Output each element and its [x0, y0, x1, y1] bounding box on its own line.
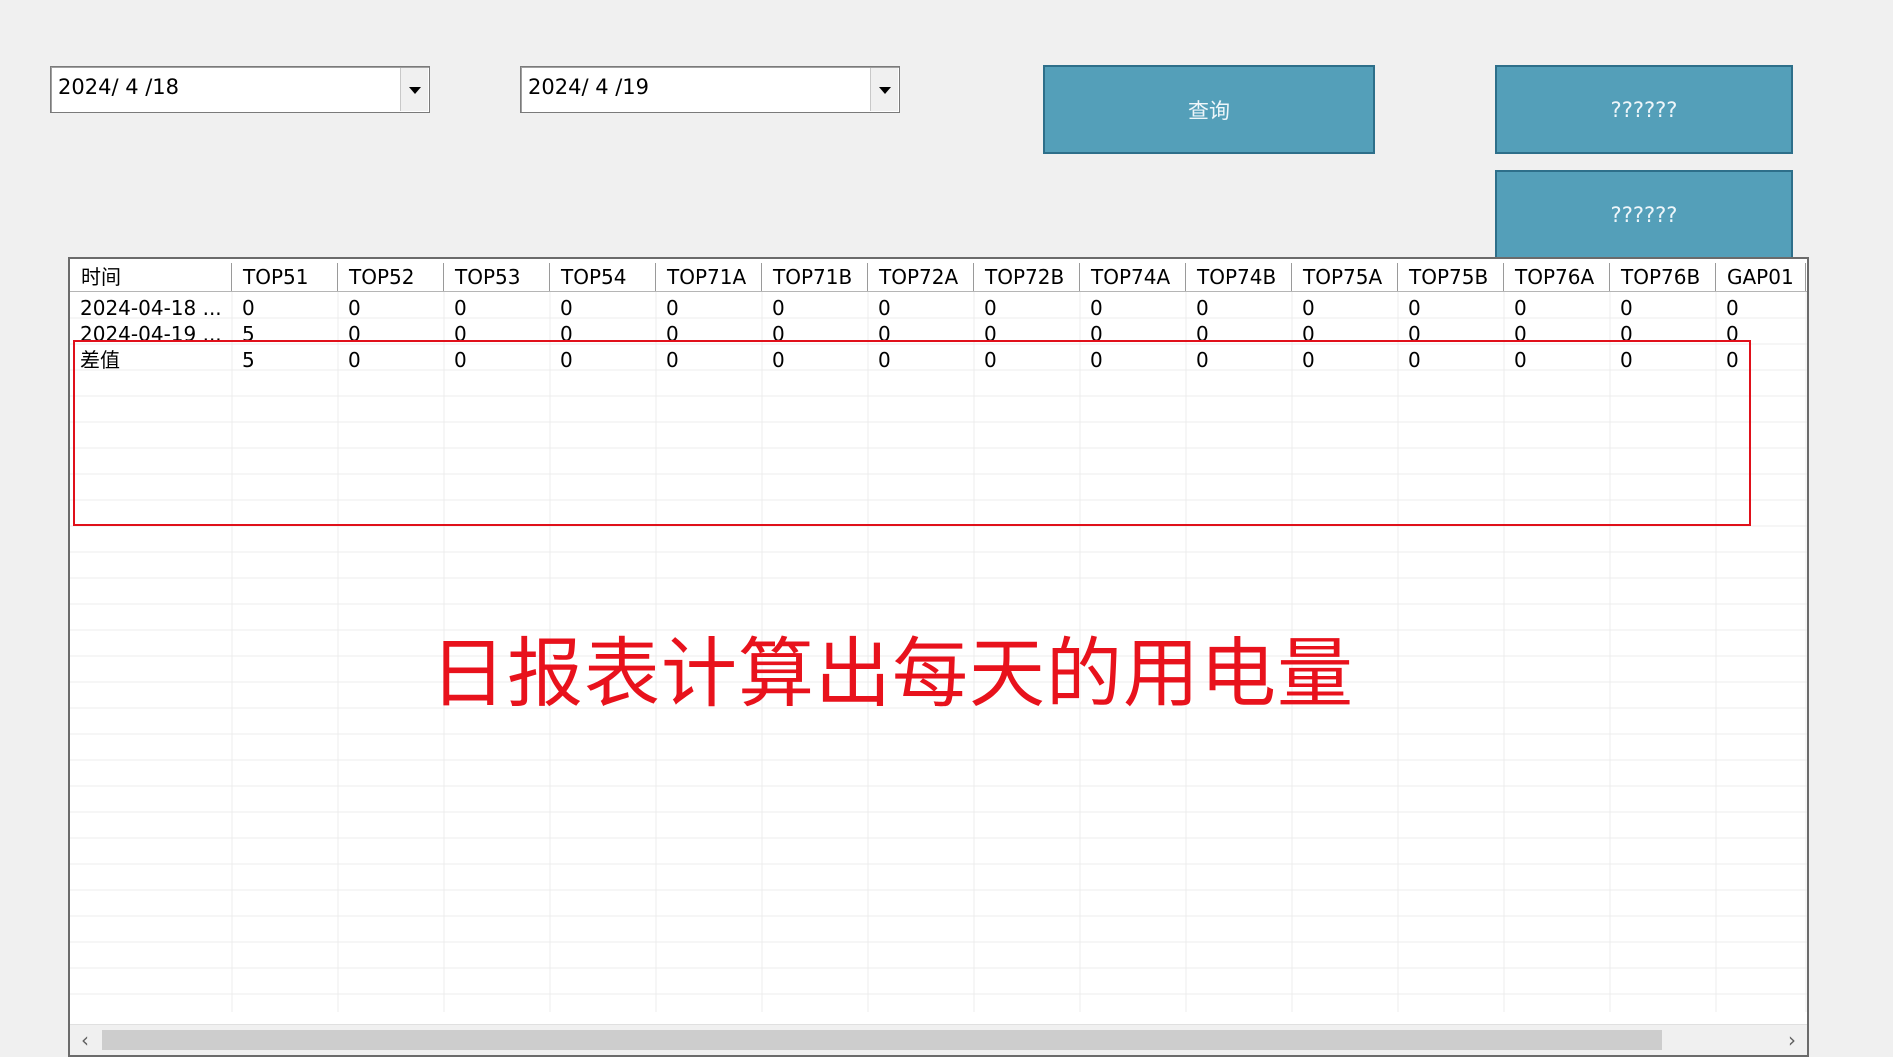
table-cell[interactable]: 0: [868, 295, 974, 321]
table-cell[interactable]: 0: [1398, 295, 1504, 321]
table-cell[interactable]: 0: [444, 295, 550, 321]
table-cell[interactable]: 0: [550, 295, 656, 321]
scroll-left-icon[interactable]: ‹: [74, 1029, 96, 1051]
end-date-dropdown-button[interactable]: [870, 68, 898, 111]
column-header[interactable]: TOP76A: [1504, 263, 1610, 291]
table-cell[interactable]: 0: [1186, 295, 1292, 321]
table-cell[interactable]: 0: [1610, 295, 1716, 321]
column-header[interactable]: GAP01: [1716, 263, 1806, 291]
table-cell[interactable]: 0: [762, 295, 868, 321]
column-header[interactable]: 时间: [70, 263, 232, 291]
column-header[interactable]: TOP72A: [868, 263, 974, 291]
table-row[interactable]: 2024-04-18 ... 0 0 0 0 0 0 0 0 0 0 0 0 0 0 0: [70, 295, 1807, 321]
query-button[interactable]: 查询: [1043, 65, 1375, 154]
table-cell[interactable]: 0: [656, 295, 762, 321]
scroll-right-icon[interactable]: ›: [1781, 1029, 1803, 1051]
chevron-down-icon: [409, 87, 421, 94]
table-cell[interactable]: 0: [1504, 295, 1610, 321]
column-header[interactable]: TOP72B: [974, 263, 1080, 291]
unlabeled-button-2[interactable]: ??????: [1495, 170, 1793, 259]
grid-header-row: 时间 TOP51 TOP52 TOP53 TOP54 TOP71A TOP71B TOP72A…: [70, 263, 1807, 292]
start-date-dropdown-button[interactable]: [400, 68, 428, 111]
column-header[interactable]: TOP76B: [1610, 263, 1716, 291]
column-header[interactable]: TOP71B: [762, 263, 868, 291]
column-header[interactable]: TOP52: [338, 263, 444, 291]
column-header[interactable]: TOP75A: [1292, 263, 1398, 291]
end-date-picker[interactable]: 2024/ 4 /19: [520, 66, 900, 113]
annotation-text: 日报表计算出每天的用电量: [430, 629, 1354, 718]
column-header[interactable]: TOP71A: [656, 263, 762, 291]
table-cell[interactable]: 0: [1716, 295, 1806, 321]
table-cell[interactable]: 0: [232, 295, 338, 321]
highlight-box: [73, 340, 1751, 526]
end-date-value: 2024/ 4 /19: [528, 75, 650, 99]
table-cell[interactable]: 0: [1080, 295, 1186, 321]
column-header[interactable]: TOP74B: [1186, 263, 1292, 291]
start-date-value: 2024/ 4 /18: [58, 75, 180, 99]
unlabeled-button-1[interactable]: ??????: [1495, 65, 1793, 154]
column-header[interactable]: TOP54: [550, 263, 656, 291]
table-cell[interactable]: 2024-04-18 ...: [70, 295, 232, 321]
column-header[interactable]: TOP75B: [1398, 263, 1504, 291]
column-header[interactable]: TOP53: [444, 263, 550, 291]
scrollbar-thumb[interactable]: [102, 1030, 1662, 1050]
chevron-down-icon: [879, 87, 891, 94]
column-header[interactable]: TOP74A: [1080, 263, 1186, 291]
start-date-picker[interactable]: 2024/ 4 /18: [50, 66, 430, 113]
table-cell[interactable]: 0: [338, 295, 444, 321]
table-cell[interactable]: 0: [1292, 295, 1398, 321]
horizontal-scrollbar[interactable]: ‹ ›: [70, 1024, 1807, 1055]
table-cell[interactable]: 0: [974, 295, 1080, 321]
column-header[interactable]: TOP51: [232, 263, 338, 291]
